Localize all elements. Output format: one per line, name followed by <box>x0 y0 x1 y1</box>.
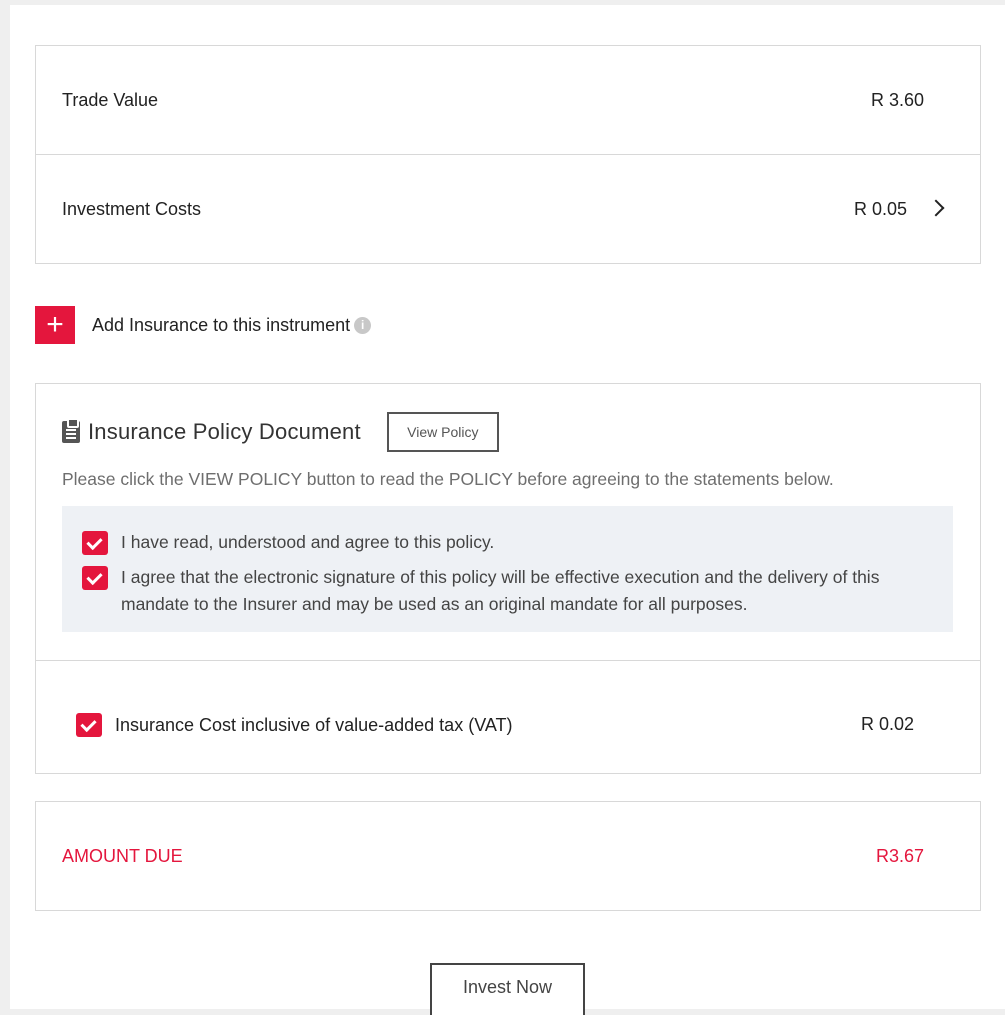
agreement-item: I agree that the electronic signature of… <box>82 566 941 618</box>
amount-due-card: AMOUNT DUE R3.67 <box>35 801 981 911</box>
insurance-cost-value: R 0.02 <box>860 714 914 734</box>
add-insurance-row: + Add Insurance to this instrument i <box>35 306 372 344</box>
agreement-text: I have read, understood and agree to thi… <box>121 532 495 552</box>
chevron-right-icon[interactable] <box>927 199 945 217</box>
agreement-item: I have read, understood and agree to thi… <box>82 531 941 556</box>
agreement-text: I agree that the electronic signature of… <box>121 567 880 614</box>
investment-costs-row[interactable]: Investment Costs R 0.05 <box>36 154 980 263</box>
trade-value-label: Trade Value <box>62 89 159 110</box>
insurance-policy-card: Insurance Policy Document View Policy Pl… <box>35 383 981 774</box>
amount-due-label: AMOUNT DUE <box>62 845 183 866</box>
add-insurance-button[interactable]: + <box>35 306 75 344</box>
view-policy-button[interactable]: View Policy <box>386 412 499 452</box>
divider <box>36 660 980 661</box>
policy-title: Insurance Policy Document <box>88 419 361 444</box>
trade-summary-card: Trade Value R 3.60 Investment Costs R 0.… <box>35 45 981 264</box>
add-insurance-label: Add Insurance to this instrument <box>92 314 351 335</box>
trade-value-row: Trade Value R 3.60 <box>36 46 980 154</box>
insurance-cost-label: Insurance Cost inclusive of value-added … <box>115 714 513 735</box>
agree-policy-checkbox[interactable] <box>82 531 108 555</box>
insurance-cost-row: Insurance Cost inclusive of value-added … <box>76 713 513 737</box>
trade-value-amount: R 3.60 <box>870 89 924 110</box>
amount-due-row: AMOUNT DUE R3.67 <box>36 802 980 910</box>
policy-header: Insurance Policy Document View Policy <box>62 412 499 452</box>
agreement-box: I have read, understood and agree to thi… <box>62 506 953 632</box>
policy-instruction-text: Please click the VIEW POLICY button to r… <box>62 469 834 489</box>
insurance-cost-checkbox[interactable] <box>76 713 102 737</box>
agree-signature-checkbox[interactable] <box>82 566 108 590</box>
investment-costs-label: Investment Costs <box>62 198 202 219</box>
info-icon[interactable]: i <box>354 316 372 334</box>
checkout-page: Trade Value R 3.60 Investment Costs R 0.… <box>10 5 1005 1015</box>
amount-due-value: R3.67 <box>875 845 924 866</box>
plus-icon: + <box>46 308 64 341</box>
clipboard-icon <box>62 418 80 443</box>
investment-costs-amount: R 0.05 <box>853 198 907 219</box>
invest-now-button[interactable]: Invest Now <box>430 963 585 1015</box>
